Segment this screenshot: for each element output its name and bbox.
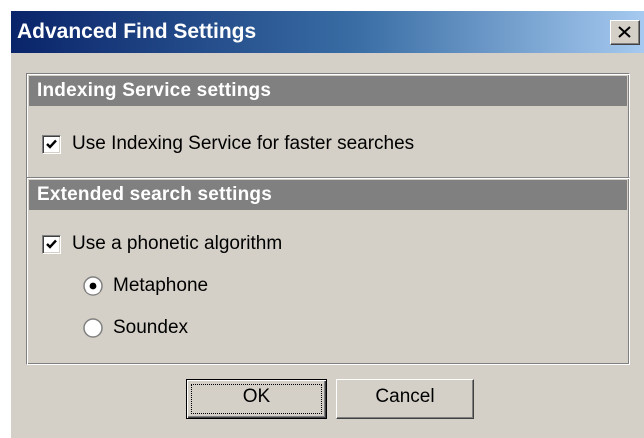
ok-button[interactable]: OK: [186, 379, 327, 419]
metaphone-label: Metaphone: [113, 275, 209, 296]
close-icon: [618, 26, 631, 38]
indexing-settings-group: Indexing Service settings Use Indexing S…: [26, 73, 630, 179]
use-phonetic-algorithm-checkbox[interactable]: [42, 234, 61, 254]
advanced-find-settings-dialog: Advanced Find Settings Indexing Service …: [10, 10, 644, 438]
checkmark-icon: [46, 239, 57, 249]
title-bar[interactable]: Advanced Find Settings: [11, 11, 644, 53]
checkmark-icon: [46, 139, 57, 149]
soundex-radio[interactable]: [83, 318, 103, 338]
use-indexing-service-checkbox-row[interactable]: Use Indexing Service for faster searches: [42, 132, 414, 156]
extended-search-settings-group: Extended search settings Use a phonetic …: [26, 177, 630, 365]
close-button[interactable]: [610, 20, 640, 45]
soundex-label: Soundex: [113, 317, 189, 338]
use-phonetic-algorithm-checkbox-row[interactable]: Use a phonetic algorithm: [42, 232, 282, 256]
window-title: Advanced Find Settings: [17, 20, 257, 43]
ok-button-label: OK: [242, 386, 271, 407]
use-indexing-service-label: Use Indexing Service for faster searches: [72, 133, 415, 154]
use-phonetic-algorithm-label: Use a phonetic algorithm: [72, 233, 283, 254]
use-indexing-service-checkbox[interactable]: [42, 134, 61, 154]
indexing-settings-header: Indexing Service settings: [29, 76, 627, 106]
radio-selected-dot: [89, 282, 97, 290]
cancel-button-label: Cancel: [375, 386, 435, 407]
metaphone-radio-row[interactable]: Metaphone: [83, 274, 208, 298]
extended-search-settings-header: Extended search settings: [29, 180, 627, 210]
soundex-radio-row[interactable]: Soundex: [83, 316, 188, 340]
cancel-button[interactable]: Cancel: [336, 379, 474, 419]
metaphone-radio[interactable]: [83, 276, 103, 296]
